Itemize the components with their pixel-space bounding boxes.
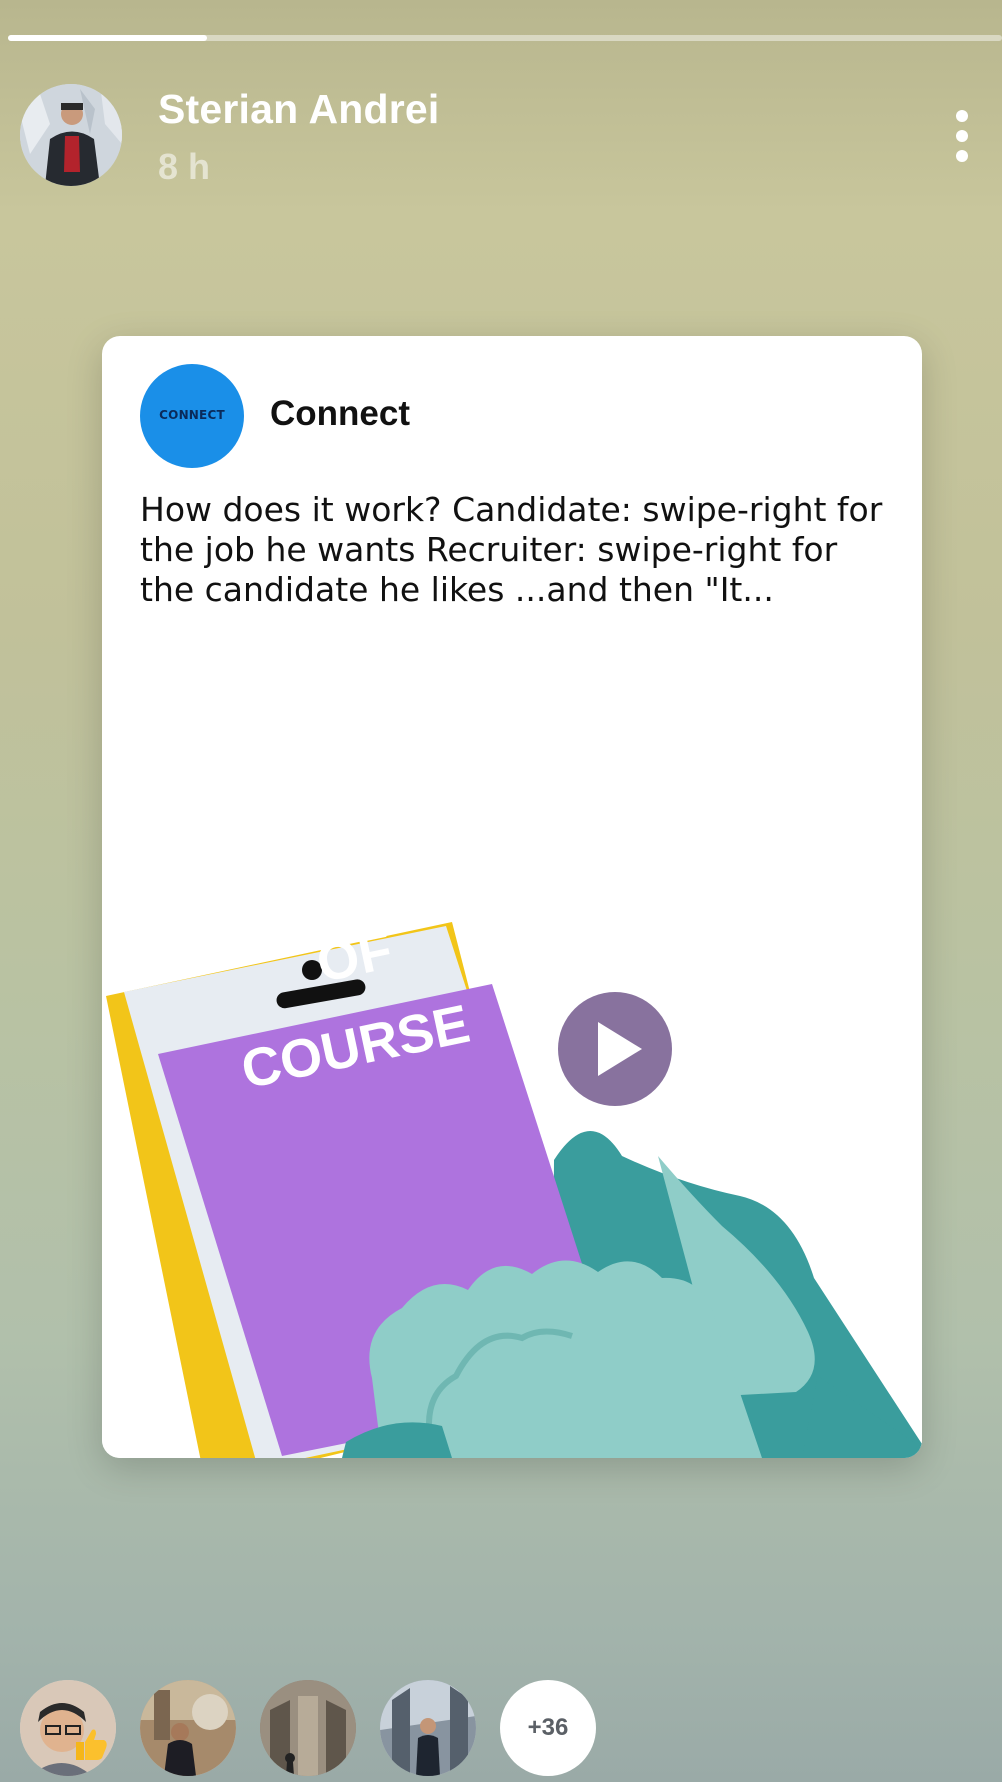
post-time: 8 h: [158, 146, 211, 187]
more-viewers-button[interactable]: +36: [500, 1680, 596, 1776]
author-name[interactable]: Sterian Andrei: [158, 86, 440, 133]
play-button[interactable]: [558, 992, 672, 1106]
viewer-avatar[interactable]: [140, 1680, 236, 1776]
post-text: How does it work? Candidate: swipe-right…: [140, 490, 883, 609]
more-dot: [956, 110, 968, 122]
more-options-icon[interactable]: [944, 106, 980, 166]
page-name[interactable]: Connect: [270, 394, 410, 434]
play-icon: [598, 1022, 642, 1076]
viewer-avatar[interactable]: [260, 1680, 356, 1776]
shared-post-card[interactable]: CONNECT Connect How does it work? Candid…: [102, 336, 922, 1458]
thumbs-up-icon: [70, 1724, 110, 1764]
author-avatar[interactable]: [20, 84, 122, 186]
post-video-thumbnail[interactable]: [102, 636, 922, 1458]
story-progress-bar: [8, 35, 1002, 41]
page-logo[interactable]: CONNECT: [140, 364, 244, 468]
more-dot: [956, 150, 968, 162]
story-progress-fill: [8, 35, 207, 41]
page-logo-text: CONNECT: [159, 408, 225, 422]
viewer-avatar[interactable]: [380, 1680, 476, 1776]
more-dot: [956, 130, 968, 142]
